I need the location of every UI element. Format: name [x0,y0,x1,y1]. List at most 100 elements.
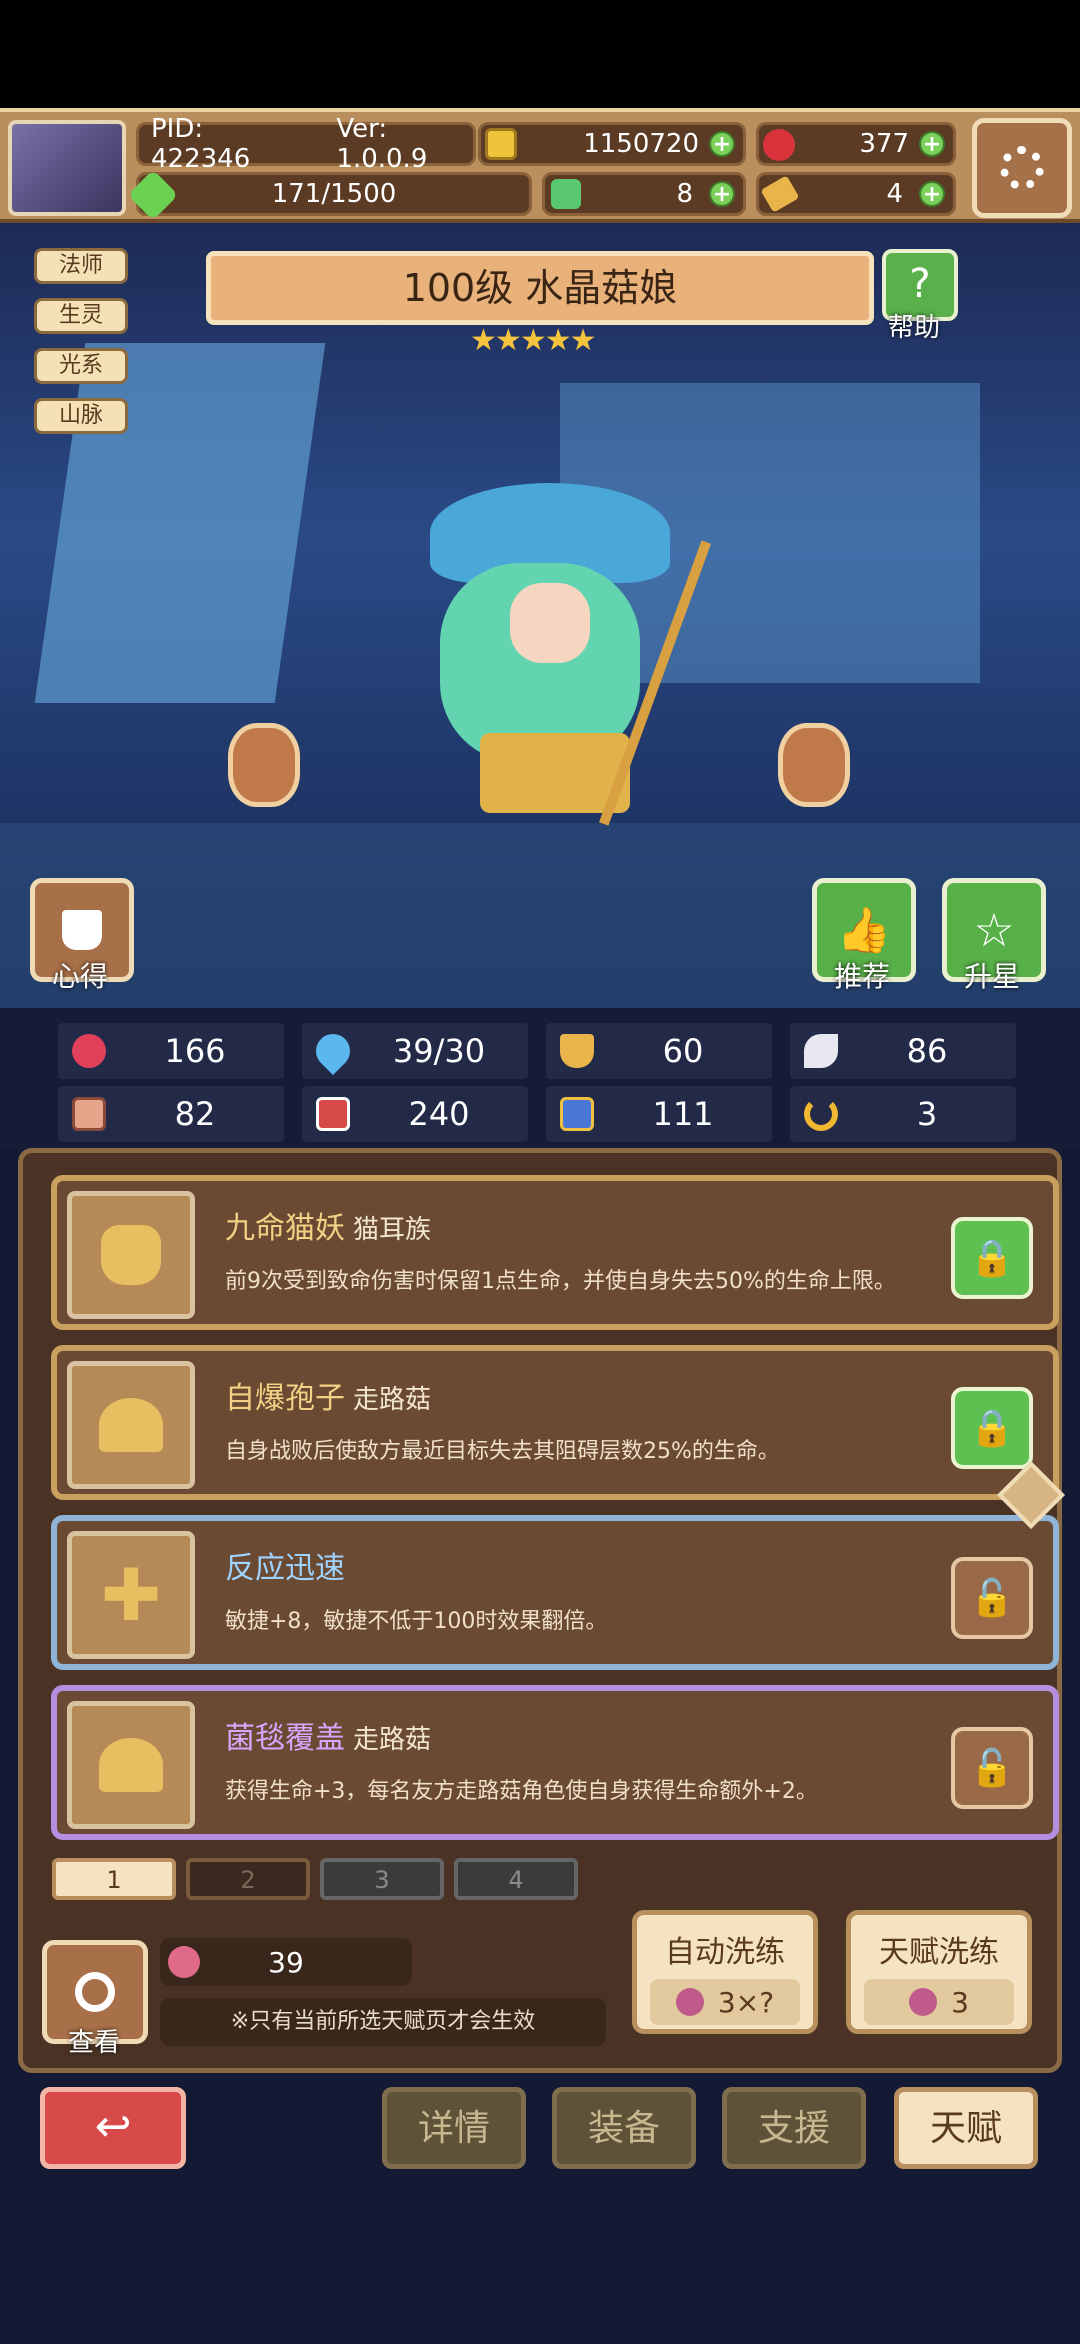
key-value: 4 [886,179,903,209]
stat-value: 240 [408,1095,470,1133]
cup-icon [62,910,102,950]
unlock-icon[interactable]: 🔓 [951,1557,1033,1639]
talent-card[interactable]: 九命猫妖 猫耳族 前9次受到致命伤害时保留1点生命，并使自身失去50%的生命上限。… [51,1175,1059,1330]
auto-reroll-button[interactable]: 自动洗练 3×? [632,1910,818,2034]
reroll-note: ※只有当前所选天赋页才会生效 [230,2009,536,2034]
face-shape [510,583,590,663]
stat-speed: 86 [790,1023,1016,1079]
nav-talent[interactable]: 天赋 [894,2087,1038,2169]
return-arrow-icon: ↩ [94,2101,132,2152]
plus-icon: ✚ [67,1531,195,1659]
clover-pill[interactable]: 8 + [542,172,746,216]
red-gem-icon [763,129,795,161]
nav-support[interactable]: 支援 [722,2087,866,2169]
insight-label: 心得 [52,960,109,993]
seed-icon [909,1988,938,2016]
unlock-icon[interactable]: 🔓 [951,1727,1033,1809]
star-rating: ★★★★★ [470,323,597,358]
stat-defense: 60 [546,1023,772,1079]
star-icon: ★ [569,323,597,358]
stat-attack: 82 [58,1086,284,1142]
help-label: 帮助 [888,313,941,343]
nav-equipment[interactable]: 装备 [552,2087,696,2169]
avatar[interactable] [8,120,126,216]
tag-race: 生灵 [34,298,128,334]
question-icon: ? [909,261,931,307]
tag-class: 法师 [34,248,128,284]
right-rune-icon[interactable] [778,723,850,807]
lock-icon[interactable]: 🔒 [951,1387,1033,1469]
back-button[interactable]: ↩ [40,2087,186,2169]
talent-desc: 敏捷+8，敏捷不低于100时效果翻倍。 [225,1609,608,1634]
star-icon: ★ [494,323,522,358]
stat-magic: 240 [302,1086,528,1142]
star-icon: ★ [544,323,572,358]
clover-value: 8 [676,179,693,209]
thumbs-up-icon: 👍 [836,905,892,956]
nav-details[interactable]: 详情 [382,2087,526,2169]
character-title-banner: 100级 水晶菇娘 [206,251,874,325]
stat-luck: 3 [790,1086,1016,1142]
gold-value: 1150720 [583,129,699,159]
reroll-note-bar: ※只有当前所选天赋页才会生效 [160,1998,606,2046]
stat-mana: 39/30 [302,1023,528,1079]
talent-card[interactable]: 自爆孢子 走路菇 自身战败后使敌方最近目标失去其阻碍层数25%的生命。 🔒 [51,1345,1059,1500]
talent-title: 菌毯覆盖 走路菇 [225,1713,431,1757]
character-scene: 法师 生灵 光系 山脉 100级 水晶菇娘 ★★★★★ ? 帮助 心得 👍 推荐… [0,223,1080,1008]
horseshoe-icon [804,1097,838,1131]
add-clover-icon[interactable]: + [709,181,735,207]
shield-icon [560,1034,594,1068]
talent-reroll-label: 天赋洗练 [879,1935,999,1970]
settings-button[interactable] [972,118,1072,218]
page-tab-4[interactable]: 4 [454,1858,578,1900]
page-tab-3[interactable]: 3 [320,1858,444,1900]
character-sprite[interactable] [400,473,720,893]
stat-value: 86 [906,1032,948,1070]
cat-icon [67,1191,195,1319]
stat-value: 60 [662,1032,704,1070]
page-tab-2[interactable]: 2 [186,1858,310,1900]
add-gold-icon[interactable]: + [709,131,735,157]
stairs-icon [560,1097,594,1131]
talent-card[interactable]: ✚ 反应迅速 敏捷+8，敏捷不低于100时效果翻倍。 🔓 [51,1515,1059,1670]
gold-coin-icon [485,128,517,160]
star-up-label: 升星 [964,960,1021,993]
wing-icon [804,1034,838,1068]
talent-type: 走路菇 [353,1725,432,1755]
add-key-icon[interactable]: + [919,181,945,207]
talent-type: 走路菇 [353,1385,432,1415]
talent-reroll-button[interactable]: 天赋洗练 3 [846,1910,1032,2034]
reroll-count: 39 [268,1946,304,1979]
star-icon: ★ [519,323,547,358]
talent-name: 自爆孢子 [225,1381,345,1416]
crystal-decoration [34,343,326,703]
mushroom-icon [67,1701,195,1829]
add-gems-icon[interactable]: + [919,131,945,157]
stat-value: 39/30 [392,1032,486,1070]
talent-desc: 前9次受到致命伤害时保留1点生命，并使自身失去50%的生命上限。 [225,1269,896,1294]
stat-block: 111 [546,1086,772,1142]
lock-icon[interactable]: 🔒 [951,1217,1033,1299]
view-label: 查看 [68,2028,121,2058]
energy-pill[interactable]: 171/1500 [127,169,532,221]
gear-icon [1000,146,1044,190]
reroll-count-bar: 39 [160,1938,412,1986]
energy-value: 171/1500 [271,179,397,209]
talent-title: 自爆孢子 走路菇 [225,1373,431,1417]
clover-icon [551,179,581,209]
energy-clover-icon [127,169,179,221]
key-pill[interactable]: 4 + [756,172,956,216]
id-version-pill: PID: 422346 Ver: 1.0.0.9 [136,114,476,174]
magnifier-icon [75,1972,115,2012]
talent-name: 反应迅速 [225,1551,345,1586]
gold-pill[interactable]: 1150720 + [478,122,746,166]
left-rune-icon[interactable] [228,723,300,807]
page-tab-1[interactable]: 1 [52,1858,176,1900]
talent-title: 反应迅速 [225,1543,353,1587]
talent-reroll-cost-box: 3 [864,1979,1014,2025]
character-title: 100级 水晶菇娘 [402,266,678,310]
stat-value: 3 [916,1095,938,1133]
talent-card[interactable]: 菌毯覆盖 走路菇 获得生命+3，每名友方走路菇角色使自身获得生命额外+2。 🔓 [51,1685,1059,1840]
status-bar-area [0,0,1080,108]
gems-pill[interactable]: 377 + [756,122,956,166]
